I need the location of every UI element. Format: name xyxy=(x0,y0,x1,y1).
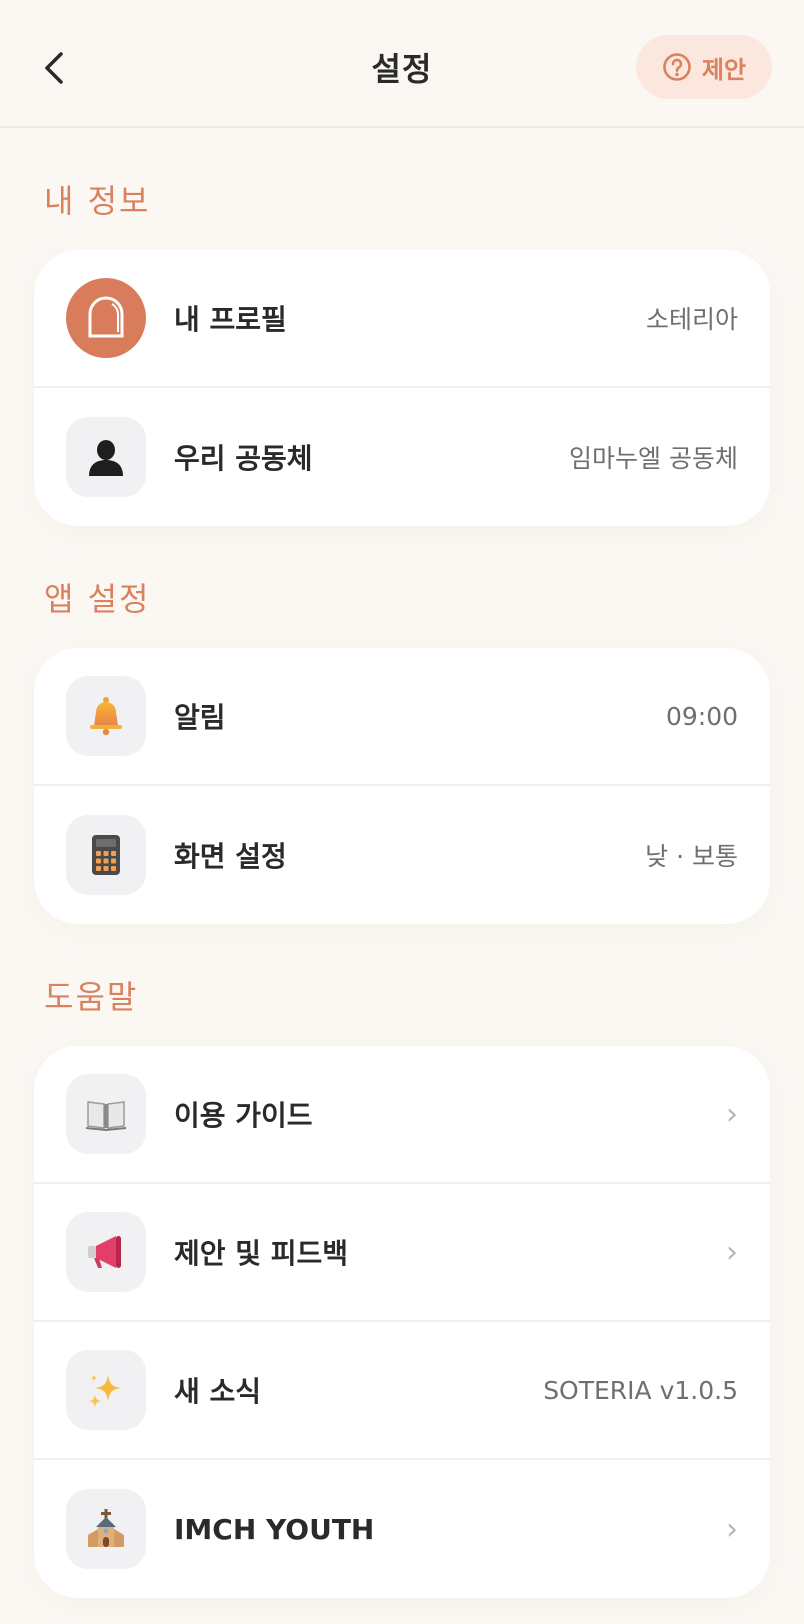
icon-container xyxy=(66,1212,146,1292)
row-value: 소테리아 xyxy=(645,305,738,334)
row-label: IMCH YOUTH xyxy=(174,1512,375,1546)
section-title-my-info: 내 정보 xyxy=(44,182,151,220)
my-info-card: 내 프로필 소테리아 우리 공동체 임마누엘 공동체 xyxy=(34,250,770,526)
row-news[interactable]: 새 소식 SOTERIA v1.0.5 xyxy=(34,1322,770,1460)
icon-container xyxy=(66,1350,146,1430)
row-label: 내 프로필 xyxy=(174,303,287,336)
open-book-icon xyxy=(85,1101,127,1132)
section-title-help: 도움말 xyxy=(44,978,139,1016)
icon-container xyxy=(66,815,146,895)
suggest-button-label: 제안 xyxy=(701,55,747,84)
icon-container xyxy=(66,1074,146,1154)
chevron-right-icon: › xyxy=(726,1234,738,1270)
avatar-icon xyxy=(88,296,124,338)
row-value: 낮 · 보통 xyxy=(645,842,738,871)
icon-container xyxy=(66,417,146,497)
chevron-right-icon: › xyxy=(726,1096,738,1132)
icon-container xyxy=(66,676,146,756)
row-notifications[interactable]: 알림 09:00 xyxy=(34,648,770,786)
section-title-app-settings: 앱 설정 xyxy=(44,580,151,618)
version-text: SOTERIA v1.0.5 xyxy=(543,1375,738,1405)
person-silhouette-icon xyxy=(89,440,123,476)
row-label: 새 소식 xyxy=(174,1375,262,1408)
row-label: 제안 및 피드백 xyxy=(174,1237,349,1270)
avatar xyxy=(66,278,146,358)
megaphone-icon xyxy=(88,1236,121,1268)
question-circle-icon xyxy=(663,53,691,81)
row-our-community[interactable]: 우리 공동체 임마누엘 공동체 xyxy=(34,388,770,526)
suggest-button[interactable]: 제안 xyxy=(636,35,772,99)
row-label: 우리 공동체 xyxy=(174,442,313,475)
sparkles-icon xyxy=(88,1374,122,1408)
app-settings-card: 알림 09:00 화면 설정 낮 · 보통 xyxy=(34,648,770,924)
row-value: 임마누엘 공동체 xyxy=(569,444,738,473)
row-my-profile[interactable]: 내 프로필 소테리아 xyxy=(34,250,770,388)
top-app-bar: 설정 제안 xyxy=(0,0,804,128)
row-label: 화면 설정 xyxy=(174,840,287,873)
calculator-icon xyxy=(92,835,120,875)
church-icon xyxy=(88,1509,124,1547)
bell-icon xyxy=(90,697,122,736)
row-user-guide[interactable]: 이용 가이드 › xyxy=(34,1046,770,1184)
row-feedback[interactable]: 제안 및 피드백 › xyxy=(34,1184,770,1322)
chevron-right-icon: › xyxy=(726,1511,738,1547)
icon-container xyxy=(66,1489,146,1569)
row-label: 알림 xyxy=(174,701,226,734)
row-label: 이용 가이드 xyxy=(174,1099,313,1132)
help-card: 이용 가이드 › 제안 및 피드백 › 새 소식 SOTERIA v1.0.5 xyxy=(34,1046,770,1598)
row-value: 09:00 xyxy=(665,701,738,731)
row-display-settings[interactable]: 화면 설정 낮 · 보통 xyxy=(34,786,770,924)
row-imch-youth[interactable]: IMCH YOUTH › xyxy=(34,1460,770,1598)
